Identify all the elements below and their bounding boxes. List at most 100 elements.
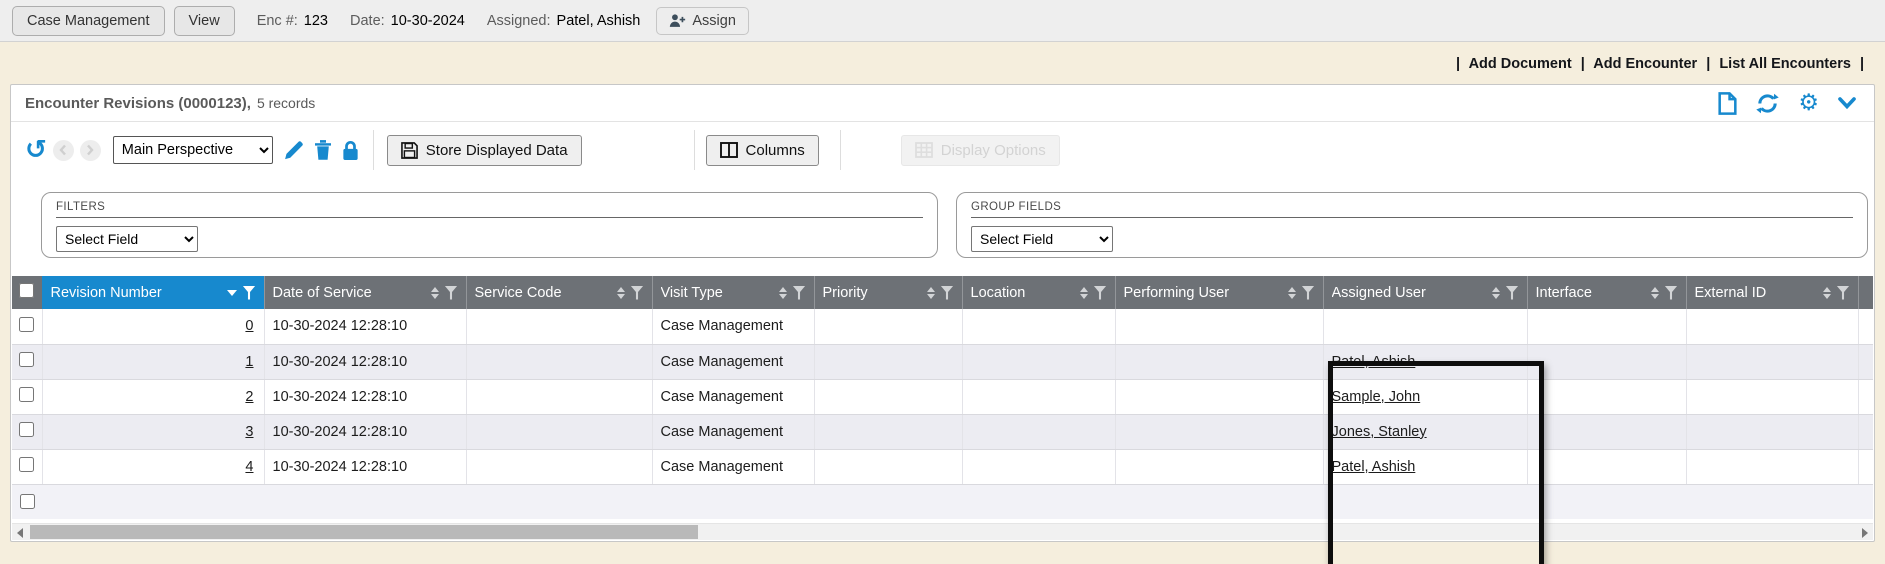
perspective-select[interactable]: Main Perspective bbox=[113, 136, 273, 164]
view-button[interactable]: View bbox=[174, 6, 235, 36]
scrollbar-thumb[interactable] bbox=[30, 525, 698, 539]
revision-link[interactable]: 3 bbox=[245, 424, 253, 440]
assigned-user-link[interactable]: Jones, Stanley bbox=[1332, 424, 1427, 440]
sort-icon bbox=[927, 287, 935, 299]
perspective-toolbar: ↺ Main Perspective bbox=[11, 122, 1874, 178]
group-fields-select-field[interactable]: Select Field bbox=[971, 226, 1113, 252]
sort-icon bbox=[1492, 287, 1500, 299]
assigned-user-link[interactable]: Sample, John bbox=[1332, 389, 1421, 405]
action-links: | Add Document | Add Encounter | List Al… bbox=[0, 42, 1885, 84]
sort-icon bbox=[1651, 287, 1659, 299]
column-header-performing-user[interactable]: Performing User bbox=[1115, 276, 1323, 309]
column-header-revision-number[interactable]: Revision Number bbox=[42, 276, 264, 309]
column-header-external-id[interactable]: External ID bbox=[1686, 276, 1858, 309]
add-document-link[interactable]: Add Document bbox=[1469, 56, 1572, 72]
chevron-down-icon[interactable] bbox=[1838, 97, 1856, 109]
row-checkbox[interactable] bbox=[19, 352, 34, 367]
filter-group-row: FILTERS Select Field GROUP FIELDS Select… bbox=[11, 178, 1874, 258]
link-separator: | bbox=[1706, 56, 1710, 72]
add-encounter-link[interactable]: Add Encounter bbox=[1593, 56, 1697, 72]
filter-funnel-icon[interactable] bbox=[445, 286, 458, 300]
delete-perspective-trash-icon[interactable] bbox=[314, 140, 332, 161]
undo-icon[interactable]: ↺ bbox=[25, 137, 47, 163]
revision-link[interactable]: 1 bbox=[245, 354, 253, 370]
encounter-revisions-panel: Encounter Revisions (0000123), 5 records… bbox=[10, 84, 1875, 542]
toolbar-divider bbox=[373, 130, 374, 170]
table-row: 1 10-30-2024 12:28:10 Case Management Pa… bbox=[12, 344, 1873, 379]
scroll-left-arrow[interactable] bbox=[17, 528, 23, 538]
display-options-button: Display Options bbox=[901, 135, 1060, 166]
column-header-date-of-service[interactable]: Date of Service bbox=[264, 276, 466, 309]
assign-button[interactable]: Assign bbox=[656, 7, 749, 35]
lock-perspective-icon[interactable] bbox=[342, 140, 359, 161]
sort-icon bbox=[1288, 287, 1296, 299]
encounter-date: Date: 10-30-2024 bbox=[350, 13, 465, 29]
filters-select-field[interactable]: Select Field bbox=[56, 226, 198, 252]
person-plus-icon bbox=[669, 13, 686, 28]
toolbar-divider bbox=[840, 130, 841, 170]
select-all-header[interactable] bbox=[12, 276, 42, 309]
assigned-user-link[interactable]: Patel, Ashish bbox=[1332, 354, 1416, 370]
filter-funnel-icon[interactable] bbox=[1665, 286, 1678, 300]
panel-header: Encounter Revisions (0000123), 5 records… bbox=[11, 85, 1874, 122]
new-document-icon[interactable] bbox=[1718, 92, 1737, 115]
filter-funnel-icon[interactable] bbox=[1506, 286, 1519, 300]
enc-value: 123 bbox=[304, 13, 328, 29]
column-header-priority[interactable]: Priority bbox=[814, 276, 962, 309]
filter-funnel-icon[interactable] bbox=[941, 286, 954, 300]
column-header-visit-type[interactable]: Visit Type bbox=[652, 276, 814, 309]
store-displayed-data-button[interactable]: Store Displayed Data bbox=[387, 135, 582, 166]
table-header-row: Revision Number Date of Service Service … bbox=[12, 276, 1873, 309]
row-checkbox[interactable] bbox=[19, 317, 34, 332]
sort-icon bbox=[1080, 287, 1088, 299]
refresh-icon[interactable] bbox=[1756, 92, 1779, 115]
horizontal-scrollbar[interactable] bbox=[12, 523, 1873, 540]
revision-link[interactable]: 2 bbox=[245, 389, 253, 405]
assigned-value: Patel, Ashish bbox=[557, 13, 641, 29]
table-row: 3 10-30-2024 12:28:10 Case Management Jo… bbox=[12, 414, 1873, 449]
link-separator: | bbox=[1860, 56, 1864, 72]
list-all-encounters-link[interactable]: List All Encounters bbox=[1719, 56, 1851, 72]
revisions-table: Revision Number Date of Service Service … bbox=[12, 276, 1873, 485]
scroll-right-arrow[interactable] bbox=[1862, 528, 1868, 538]
case-management-button[interactable]: Case Management bbox=[12, 6, 165, 36]
sort-icon bbox=[1823, 287, 1831, 299]
prev-perspective-button[interactable] bbox=[53, 140, 74, 161]
select-all-checkbox[interactable] bbox=[19, 283, 34, 298]
column-header-interface[interactable]: Interface bbox=[1527, 276, 1686, 309]
top-toolbar: Case Management View Enc #: 123 Date: 10… bbox=[0, 0, 1885, 42]
columns-button[interactable]: Columns bbox=[706, 135, 819, 166]
filter-funnel-icon[interactable] bbox=[1302, 286, 1315, 300]
date-value: 10-30-2024 bbox=[391, 13, 465, 29]
row-checkbox[interactable] bbox=[19, 387, 34, 402]
filter-funnel-icon[interactable] bbox=[1094, 286, 1107, 300]
revision-link[interactable]: 0 bbox=[245, 318, 253, 334]
filter-funnel-icon[interactable] bbox=[793, 286, 806, 300]
filter-funnel-icon[interactable] bbox=[243, 286, 256, 300]
column-header-location[interactable]: Location bbox=[962, 276, 1115, 309]
gear-icon[interactable]: ⚙ bbox=[1798, 90, 1819, 116]
column-header-clipped[interactable]: S bbox=[1858, 276, 1873, 309]
column-header-service-code[interactable]: Service Code bbox=[466, 276, 652, 309]
column-header-assigned-user[interactable]: Assigned User bbox=[1323, 276, 1527, 309]
filter-funnel-icon[interactable] bbox=[1837, 286, 1850, 300]
filter-funnel-icon[interactable] bbox=[631, 286, 644, 300]
filters-box: FILTERS Select Field bbox=[41, 192, 938, 258]
row-checkbox[interactable] bbox=[19, 457, 34, 472]
table-row: 4 10-30-2024 12:28:10 Case Management Pa… bbox=[12, 449, 1873, 484]
revision-link[interactable]: 4 bbox=[245, 459, 253, 475]
edit-perspective-pencil-icon[interactable] bbox=[283, 140, 304, 161]
toolbar-divider bbox=[694, 130, 695, 170]
panel-title: Encounter Revisions (0000123), bbox=[25, 95, 251, 112]
link-separator: | bbox=[1581, 56, 1585, 72]
encounter-number: Enc #: 123 bbox=[257, 13, 328, 29]
row-checkbox[interactable] bbox=[19, 422, 34, 437]
footer-checkbox[interactable] bbox=[20, 494, 35, 509]
assigned-user-link[interactable]: Patel, Ashish bbox=[1332, 459, 1416, 475]
group-fields-label: GROUP FIELDS bbox=[971, 201, 1853, 218]
sort-desc-icon bbox=[227, 290, 237, 296]
enc-label: Enc #: bbox=[257, 13, 298, 29]
next-perspective-button[interactable] bbox=[80, 140, 101, 161]
save-floppy-icon bbox=[401, 142, 418, 159]
group-fields-box: GROUP FIELDS Select Field bbox=[956, 192, 1868, 258]
